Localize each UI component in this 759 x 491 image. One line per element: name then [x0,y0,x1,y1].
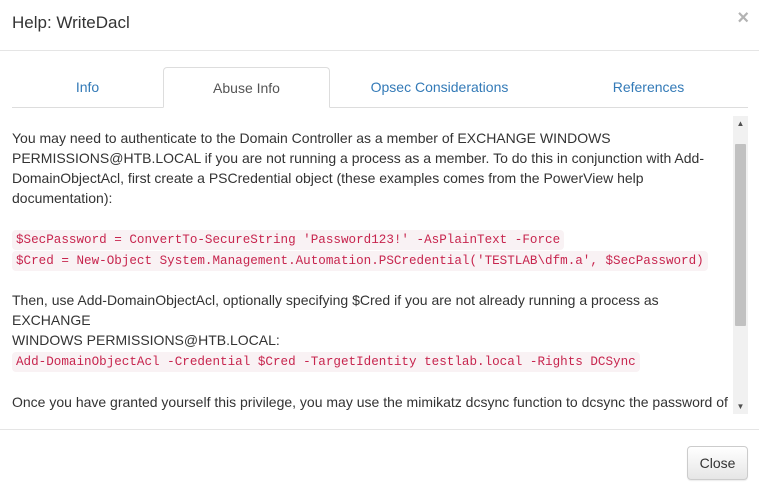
text-line: documentation): [12,190,113,206]
text-line: Then, use Add-DomainObjectAcl, optionall… [12,292,659,328]
paragraph-dcsync: Once you have granted yourself this priv… [12,392,730,412]
vertical-scrollbar[interactable]: ▲ ▼ [733,116,748,414]
code-secpassword: $SecPassword = ConvertTo-SecureString 'P… [12,230,565,250]
code-cred: $Cred = New-Object System.Management.Aut… [12,251,708,271]
paragraph-add-acl: Then, use Add-DomainObjectAcl, optionall… [12,290,730,350]
tab-info[interactable]: Info [12,67,163,108]
dialog-header: Help: WriteDacl × [0,0,759,51]
scrollbar-thumb[interactable] [735,144,746,326]
help-dialog: Help: WriteDacl × Info Abuse Info Opsec … [0,0,759,491]
text-line: DomainObjectAcl, first create a PSCreden… [12,170,644,186]
tab-references[interactable]: References [549,67,748,108]
text-line: PERMISSIONS@HTB.LOCAL if you are not run… [12,150,704,166]
code-add-domain-object-acl: Add-DomainObjectAcl -Credential $Cred -T… [12,352,640,372]
text-line: WINDOWS PERMISSIONS@HTB.LOCAL: [12,332,280,348]
scroll-up-arrow-icon[interactable]: ▲ [733,116,748,131]
abuse-info-panel[interactable]: You may need to authenticate to the Doma… [12,116,748,414]
scroll-down-arrow-icon[interactable]: ▼ [733,399,748,414]
close-button[interactable]: Close [687,446,748,480]
close-icon[interactable]: × [737,8,749,28]
tab-opsec-considerations[interactable]: Opsec Considerations [330,67,549,108]
tab-abuse-info[interactable]: Abuse Info [163,67,330,108]
dialog-footer: Close [0,429,759,491]
text-line: You may need to authenticate to the Doma… [12,130,611,146]
text-line: Once you have granted yourself this priv… [12,394,728,410]
paragraph-authenticate: You may need to authenticate to the Doma… [12,128,730,208]
dialog-title: Help: WriteDacl [12,13,130,32]
tab-bar: Info Abuse Info Opsec Considerations Ref… [12,67,748,108]
